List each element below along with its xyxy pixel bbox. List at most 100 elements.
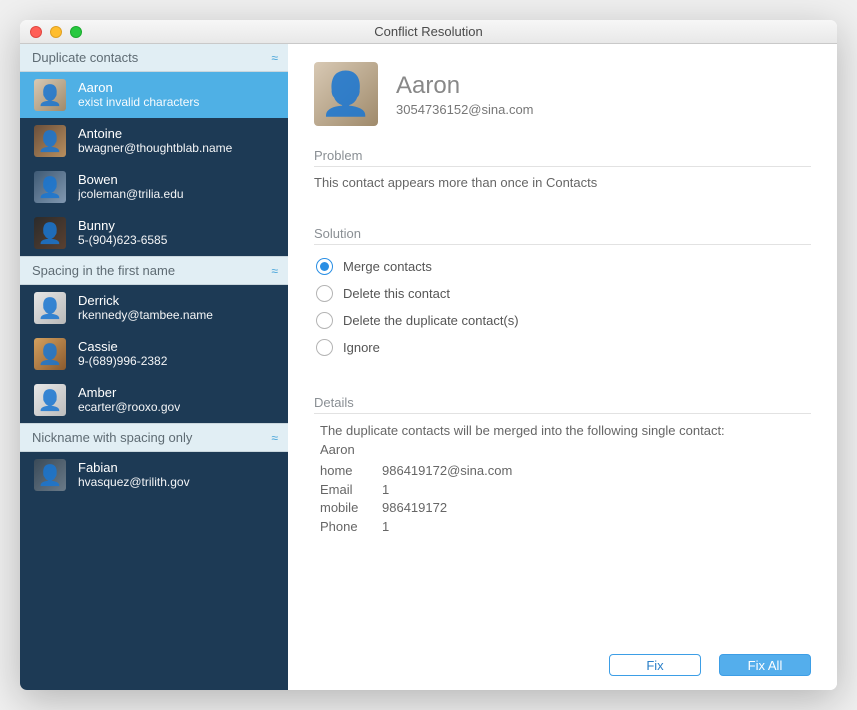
person-icon: 👤 [320, 70, 372, 119]
sidebar-contact-item[interactable]: 👤 Fabianhvasquez@trilith.gov [20, 452, 288, 498]
solution-option[interactable]: Delete this contact [314, 280, 811, 307]
details-row: Phone1 [320, 518, 811, 537]
avatar: 👤 [34, 217, 66, 249]
solution-option[interactable]: Ignore [314, 334, 811, 361]
details-table: home986419172@sina.comEmail1mobile986419… [320, 462, 811, 537]
details-row-value: 1 [382, 518, 389, 537]
sidebar-section-label: Nickname with spacing only [32, 430, 192, 445]
details-row-label: mobile [320, 499, 382, 518]
contact-header: 👤 Aaron 3054736152@sina.com [314, 62, 811, 126]
problem-text: This contact appears more than once in C… [314, 175, 811, 190]
fix-button[interactable]: Fix [609, 654, 701, 676]
sidebar-contact-item[interactable]: 👤 Antoinebwagner@thoughtblab.name [20, 118, 288, 164]
avatar: 👤 [34, 459, 66, 491]
person-icon: 👤 [38, 342, 63, 367]
contact-item-name: Derrick [78, 294, 213, 309]
solution-option[interactable]: Merge contacts [314, 253, 811, 280]
contact-text: Bowenjcoleman@trilia.edu [78, 173, 184, 202]
details-row-label: Phone [320, 518, 382, 537]
collapse-icon: ≈ [271, 51, 276, 65]
contact-item-sub: 9-(689)996-2382 [78, 355, 167, 369]
contact-item-sub: jcoleman@trilia.edu [78, 188, 184, 202]
contact-email: 3054736152@sina.com [396, 102, 534, 117]
app-body: Duplicate contacts≈👤Aaronexist invalid c… [20, 44, 837, 690]
solution-section-label: Solution [314, 226, 811, 245]
details-row-value: 986419172@sina.com [382, 462, 512, 481]
solution-option-label: Delete this contact [343, 286, 450, 301]
contact-text: Cassie9-(689)996-2382 [78, 340, 167, 369]
collapse-icon: ≈ [271, 431, 276, 445]
sidebar-section-header[interactable]: Spacing in the first name ≈ [20, 256, 288, 285]
solution-options: Merge contacts Delete this contact Delete … [314, 253, 811, 361]
details-body: The duplicate contacts will be merged in… [314, 422, 811, 537]
app-window: Conflict Resolution Duplicate contacts ≈ 👤… [20, 20, 837, 690]
fix-all-button[interactable]: Fix All [719, 654, 811, 676]
problem-section-label: Problem [314, 148, 811, 167]
contact-item-name: Bunny [78, 219, 167, 234]
contact-item-name: Cassie [78, 340, 167, 355]
contact-text: Bunny5-(904)623-6585 [78, 219, 167, 248]
details-contact-name: Aaron [320, 441, 811, 460]
avatar: 👤 [34, 384, 66, 416]
avatar: 👤 [34, 79, 66, 111]
contact-text: Antoinebwagner@thoughtblab.name [78, 127, 232, 156]
sidebar-contact-item[interactable]: 👤 Cassie9-(689)996-2382 [20, 331, 288, 377]
sidebar: Duplicate contacts ≈ 👤 Aaronexist invalid c… [20, 44, 288, 690]
contact-header-text: Aaron 3054736152@sina.com [396, 72, 534, 117]
contact-avatar: 👤 [314, 62, 378, 126]
details-row: mobile986419172 [320, 499, 811, 518]
solution-option[interactable]: Delete the duplicate contact(s) [314, 307, 811, 334]
solution-option-label: Ignore [343, 340, 380, 355]
radio-icon [316, 312, 333, 329]
sidebar-contact-item[interactable]: 👤 Derrickrkennedy@tambee.name [20, 285, 288, 331]
contact-item-name: Fabian [78, 461, 190, 476]
contact-item-sub: exist invalid characters [78, 96, 199, 110]
avatar: 👤 [34, 125, 66, 157]
person-icon: 👤 [38, 129, 63, 154]
sidebar-contact-item[interactable]: 👤 Bunny5-(904)623-6585 [20, 210, 288, 256]
radio-icon [316, 285, 333, 302]
details-intro: The duplicate contacts will be merged in… [320, 422, 811, 441]
sidebar-section-label: Duplicate contacts [32, 50, 138, 65]
details-row-value: 986419172 [382, 499, 447, 518]
contact-item-name: Antoine [78, 127, 232, 142]
contact-item-sub: rkennedy@tambee.name [78, 309, 213, 323]
radio-icon [316, 258, 333, 275]
person-icon: 👤 [38, 83, 63, 108]
avatar: 👤 [34, 292, 66, 324]
main-panel: 👤 Aaron 3054736152@sina.com Problem This… [288, 44, 837, 690]
sidebar-section-label: Spacing in the first name [32, 263, 175, 278]
footer-buttons: Fix Fix All [314, 638, 811, 676]
contact-text: Derrickrkennedy@tambee.name [78, 294, 213, 323]
sidebar-contact-item[interactable]: 👤 Aaronexist invalid characters [20, 72, 288, 118]
solution-option-label: Delete the duplicate contact(s) [343, 313, 519, 328]
details-section: Details The duplicate contacts will be m… [314, 395, 811, 537]
details-row-label: Email [320, 481, 382, 500]
solution-option-label: Merge contacts [343, 259, 432, 274]
details-row-label: home [320, 462, 382, 481]
contact-item-name: Amber [78, 386, 180, 401]
contact-name: Aaron [396, 72, 534, 100]
contact-text: Aaronexist invalid characters [78, 81, 199, 110]
person-icon: 👤 [38, 175, 63, 200]
sidebar-contact-item[interactable]: 👤 Bowenjcoleman@trilia.edu [20, 164, 288, 210]
contact-item-name: Aaron [78, 81, 199, 96]
contact-item-sub: bwagner@thoughtblab.name [78, 142, 232, 156]
solution-section: Solution Merge contacts Delete this conta… [314, 226, 811, 361]
sidebar-section-header[interactable]: Nickname with spacing only ≈ [20, 423, 288, 452]
titlebar: Conflict Resolution [20, 20, 837, 44]
sidebar-section-header[interactable]: Duplicate contacts ≈ [20, 44, 288, 72]
person-icon: 👤 [38, 388, 63, 413]
contact-item-sub: 5-(904)623-6585 [78, 234, 167, 248]
details-section-label: Details [314, 395, 811, 414]
contact-item-sub: ecarter@rooxo.gov [78, 401, 180, 415]
contact-item-name: Bowen [78, 173, 184, 188]
details-row-value: 1 [382, 481, 389, 500]
contact-item-sub: hvasquez@trilith.gov [78, 476, 190, 490]
sidebar-contact-item[interactable]: 👤 Amberecarter@rooxo.gov [20, 377, 288, 423]
person-icon: 👤 [38, 296, 63, 321]
collapse-icon: ≈ [271, 264, 276, 278]
avatar: 👤 [34, 338, 66, 370]
radio-icon [316, 339, 333, 356]
details-row: Email1 [320, 481, 811, 500]
